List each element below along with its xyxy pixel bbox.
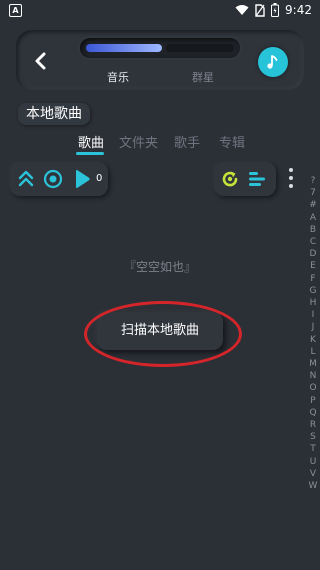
index-letter[interactable]: Q [309,407,316,419]
back-button[interactable] [28,49,52,73]
tab-folders[interactable]: 文件夹 [119,132,158,151]
chevron-left-icon [35,52,46,70]
wifi-icon [235,5,249,15]
index-letter[interactable]: ? [311,175,316,187]
locate-current-button[interactable] [43,169,63,189]
index-letter[interactable]: F [310,273,315,285]
index-letter[interactable]: U [310,456,317,468]
index-letter[interactable]: M [309,358,317,370]
refresh-icon [222,171,238,187]
sort-lines-icon [249,172,265,186]
index-letter[interactable]: W [309,480,318,492]
source-switch[interactable] [80,38,240,58]
index-letter[interactable]: I [312,309,315,321]
index-letter[interactable]: T [310,443,316,455]
segment-star-indicator [166,44,234,52]
index-letter[interactable]: N [310,370,317,382]
sort-button[interactable] [247,170,267,188]
index-letter[interactable]: V [310,468,316,480]
index-letter[interactable]: J [312,321,315,333]
tab-songs[interactable]: 歌曲 [78,132,104,151]
index-letter[interactable]: O [309,382,316,394]
clock: 9:42 [285,3,312,17]
segment-music-indicator [86,44,162,52]
now-playing-button[interactable] [258,47,288,77]
empty-state-message: 『空空如也』 [123,260,196,274]
index-letter[interactable]: S [310,431,316,443]
song-count: 0 [96,173,103,184]
index-letter[interactable]: K [310,334,316,346]
index-letter[interactable]: G [310,285,317,297]
tab-albums[interactable]: 专辑 [219,132,245,151]
more-options-icon[interactable] [285,166,297,192]
index-letter[interactable]: H [310,297,317,309]
index-letter[interactable]: C [310,236,316,248]
alphabet-index[interactable]: ? 7 # A B C D E F G H I J K L M N O P Q R S T U V W [307,175,319,492]
segment-label-music[interactable]: 音乐 [107,69,129,85]
music-note-icon [267,55,278,69]
index-letter[interactable]: P [310,395,315,407]
play-icon [76,170,90,188]
sim-icon [255,3,265,17]
refresh-button[interactable] [220,169,240,189]
index-letter[interactable]: # [309,199,317,211]
index-letter[interactable]: R [310,419,316,431]
scroll-top-button[interactable] [16,169,36,189]
target-icon [43,169,63,189]
status-bar: A 9:42 [0,0,320,22]
segment-label-artists[interactable]: 群星 [192,69,214,85]
index-letter[interactable]: E [310,260,316,272]
double-chevron-up-icon [18,170,34,187]
scan-local-songs-button[interactable]: 扫描本地歌曲 [97,312,223,350]
index-letter[interactable]: A [310,212,316,224]
tab-artists[interactable]: 歌手 [174,132,200,151]
index-letter[interactable]: B [310,224,316,236]
index-letter[interactable]: 7 [310,187,316,199]
active-tab-indicator [76,152,104,155]
index-letter[interactable]: D [310,248,317,260]
app-indicator-icon: A [9,4,22,17]
play-all-button[interactable] [72,168,92,190]
index-letter[interactable]: L [310,346,315,358]
battery-icon [271,3,280,17]
status-icons: 9:42 [235,3,312,17]
page-title: 本地歌曲 [18,103,90,125]
